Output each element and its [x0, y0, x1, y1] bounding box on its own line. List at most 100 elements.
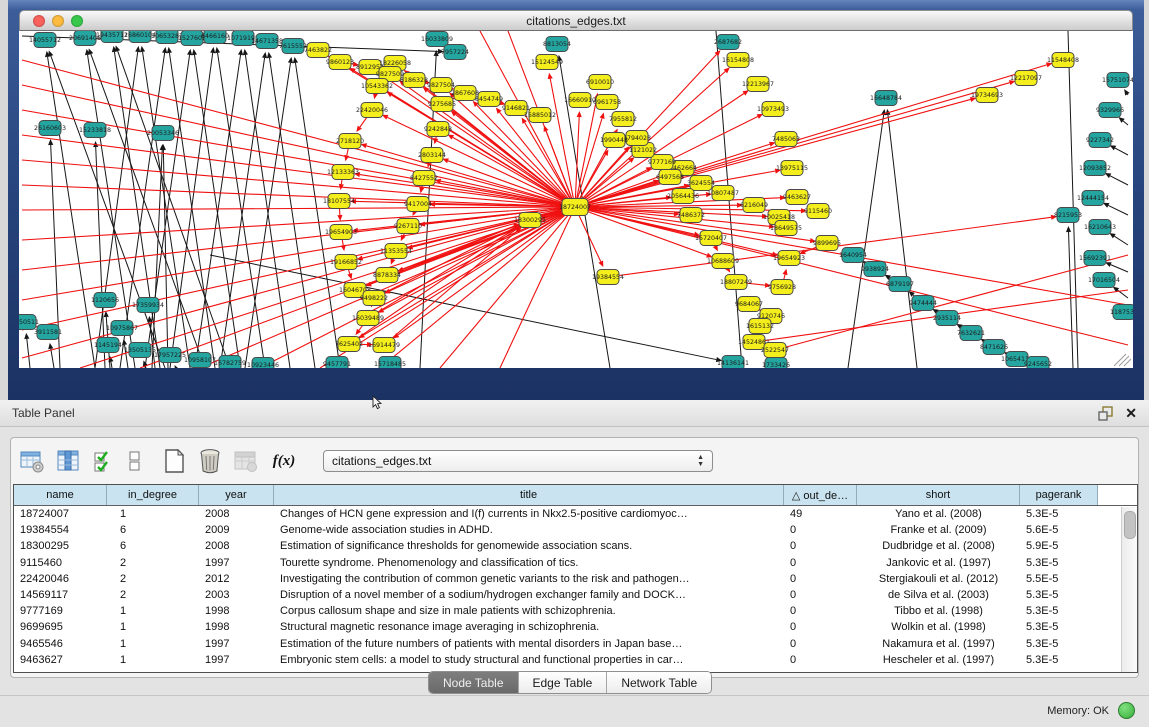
tab-edge-table[interactable]: Edge Table [519, 672, 608, 693]
cell[interactable]: 0 [784, 605, 857, 617]
graph-node[interactable]: 6216049 [740, 198, 768, 213]
graph-node[interactable]: 7957224 [441, 45, 469, 60]
graph-node[interactable]: 7625402 [335, 337, 363, 352]
cell[interactable]: Yano et al. (2008) [857, 508, 1020, 520]
graph-node[interactable]: 9275685 [428, 97, 456, 112]
select-all-rows-icon[interactable] [91, 448, 117, 474]
vertical-scrollbar[interactable] [1121, 507, 1137, 672]
cell[interactable]: 0 [784, 540, 857, 552]
graph-node[interactable]: 12213967 [742, 77, 774, 92]
cell[interactable]: 5.3E-5 [1020, 557, 1098, 569]
cell[interactable]: 0 [784, 524, 857, 536]
cell[interactable]: 0 [784, 621, 857, 633]
cell[interactable]: 0 [784, 654, 857, 666]
cell[interactable]: 1997 [199, 654, 274, 666]
graph-node[interactable]: 8186328 [400, 73, 428, 88]
function-builder-icon[interactable]: f(x) [269, 448, 299, 474]
graph-node[interactable]: 15124549 [531, 55, 563, 70]
cell[interactable]: 0 [784, 573, 857, 585]
graph-node[interactable]: 1990448 [600, 133, 628, 148]
cell[interactable]: 2003 [199, 589, 274, 601]
graph-node[interactable]: 15718485 [374, 357, 406, 369]
graph-node[interactable]: 15751074 [1102, 73, 1133, 88]
cell[interactable]: 5.6E-5 [1020, 524, 1098, 536]
tab-node-table[interactable]: Node Table [429, 672, 519, 693]
clear-row-selection-icon[interactable] [127, 448, 143, 474]
cell[interactable]: 0 [784, 557, 857, 569]
graph-node[interactable]: 8427552 [410, 171, 438, 186]
graph-node[interactable]: 9463627 [783, 190, 811, 205]
cell[interactable]: Jankovic et al. (1997) [857, 557, 1020, 569]
graph-node[interactable]: 9227342 [1086, 133, 1114, 148]
cell[interactable]: 5.5E-5 [1020, 573, 1098, 585]
graph-node[interactable]: 16660910 [564, 93, 596, 108]
graph-node[interactable]: 7463822 [304, 43, 332, 58]
network-canvas[interactable]: 1405571220691406194357121686010410653287… [19, 31, 1133, 368]
graph-node[interactable]: 1615132 [746, 319, 774, 334]
graph-node[interactable]: 6961758 [593, 95, 621, 110]
cell[interactable]: 5.3E-5 [1020, 654, 1098, 666]
table-row[interactable]: 1456911722003Disruption of a novel membe… [14, 587, 1137, 603]
graph-node[interactable]: 2935114 [933, 311, 961, 326]
column-header-5[interactable]: short [857, 485, 1020, 505]
column-header-0[interactable]: name [14, 485, 107, 505]
graph-node[interactable]: 9860123 [326, 55, 354, 70]
cell[interactable]: 14569117 [14, 589, 107, 601]
cell[interactable]: Genome-wide association studies in ADHD. [274, 524, 784, 536]
cell[interactable]: 1997 [199, 638, 274, 650]
cell[interactable]: 1998 [199, 605, 274, 617]
graph-node[interactable]: 14055712 [29, 33, 61, 48]
zoom-window-button[interactable] [71, 15, 83, 27]
cell[interactable]: 9115460 [14, 557, 107, 569]
graph-node[interactable]: 11548408 [1047, 53, 1079, 68]
column-header-2[interactable]: year [199, 485, 274, 505]
cell[interactable]: Wolkin et al. (1998) [857, 621, 1020, 633]
cell[interactable]: 1998 [199, 621, 274, 633]
cell[interactable]: 1997 [199, 557, 274, 569]
table-row[interactable]: 977716911998Corpus callosum shape and si… [14, 603, 1137, 619]
graph-node[interactable]: 8471626 [980, 340, 1008, 355]
graph-node[interactable]: 7955812 [609, 112, 637, 127]
graph-node[interactable]: 16782759 [214, 356, 246, 369]
graph-node[interactable]: 7485063 [772, 132, 800, 147]
graph-node[interactable]: 1640954 [839, 248, 867, 263]
graph-node[interactable]: 14136141 [717, 356, 749, 369]
cell[interactable]: Franke et al. (2009) [857, 524, 1020, 536]
tab-network-table[interactable]: Network Table [607, 672, 711, 693]
cell[interactable]: Disruption of a novel member of a sodium… [274, 589, 784, 601]
cell[interactable]: Estimation of the future numbers of pati… [274, 638, 784, 650]
cell[interactable]: 2 [107, 573, 199, 585]
graph-node[interactable]: 9267110 [394, 219, 422, 234]
graph-node[interactable]: 9756928 [768, 280, 796, 295]
graph-node[interactable]: 2687682 [714, 35, 742, 50]
network-window-titlebar[interactable]: citations_edges.txt [19, 10, 1133, 31]
graph-node[interactable]: 7615552 [279, 39, 307, 54]
graph-node[interactable]: 2522547 [761, 343, 789, 358]
graph-node[interactable]: 2718120 [336, 134, 364, 149]
cell[interactable]: 18300295 [14, 540, 107, 552]
resize-grip-icon[interactable] [1114, 354, 1126, 366]
graph-node[interactable]: 9245652 [1024, 357, 1052, 369]
table-row[interactable]: 2242004622012Investigating the contribut… [14, 571, 1137, 587]
cell[interactable]: 5.3E-5 [1020, 605, 1098, 617]
delete-table-icon[interactable] [197, 448, 223, 474]
graph-node[interactable]: 9938924 [861, 262, 889, 277]
column-header-3[interactable]: title [274, 485, 784, 505]
cell[interactable]: Structural magnetic resonance image aver… [274, 621, 784, 633]
cell[interactable]: 1 [107, 621, 199, 633]
graph-node[interactable]: 3911581 [34, 325, 62, 340]
cell[interactable]: 1 [107, 654, 199, 666]
cell[interactable]: 6 [107, 524, 199, 536]
graph-node[interactable]: 16154808 [722, 53, 754, 68]
graph-node[interactable]: 9684067 [735, 297, 763, 312]
graph-node[interactable]: 26160603 [34, 121, 66, 136]
graph-node[interactable]: 7632621 [957, 326, 985, 341]
cell[interactable]: Embryonic stem cells: a model to study s… [274, 654, 784, 666]
table-row[interactable]: 911546021997Tourette syndrome. Phenomeno… [14, 555, 1137, 571]
table-row[interactable]: 969969511998Structural magnetic resonanc… [14, 619, 1137, 635]
cell[interactable]: Dudbridge et al. (2008) [857, 540, 1020, 552]
graph-node[interactable]: 19734693 [971, 88, 1003, 103]
cell[interactable]: 2008 [199, 508, 274, 520]
cell[interactable]: Corpus callosum shape and size in male p… [274, 605, 784, 617]
graph-node[interactable]: 1120656 [91, 293, 119, 308]
